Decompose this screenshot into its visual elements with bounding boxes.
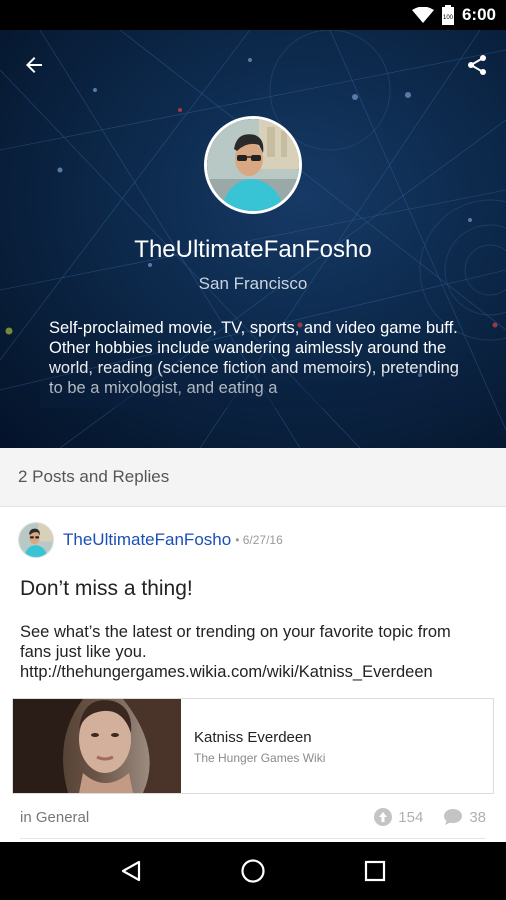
profile-username: TheUltimateFanFosho (134, 236, 372, 263)
upvote-count: 154 (398, 808, 424, 826)
arrow-left-icon (26, 57, 42, 73)
battery-icon: 100 (441, 5, 454, 25)
posts-section-header: 2 Posts and Replies (0, 448, 506, 507)
share-button[interactable] (460, 50, 494, 80)
nav-back-button[interactable] (111, 851, 151, 891)
wifi-icon (411, 7, 434, 23)
post-stats: 154 38 (374, 808, 486, 826)
profile-avatar (204, 116, 302, 214)
post-divider (20, 838, 486, 839)
back-button[interactable] (16, 50, 52, 80)
status-time: 6:00 (461, 5, 496, 24)
nav-recents-button[interactable] (355, 851, 395, 891)
triangle-back-icon (121, 860, 141, 882)
comment-icon[interactable] (443, 808, 463, 826)
post-title[interactable]: Don’t miss a thing! (20, 577, 193, 601)
post-body[interactable]: See what’s the latest or trending on you… (20, 622, 486, 682)
square-recents-icon (364, 860, 386, 882)
post-author-avatar[interactable] (18, 522, 54, 558)
card-subtitle: The Hunger Games Wiki (194, 751, 326, 765)
post-date: • 6/27/16 (235, 533, 283, 547)
post-footer: in General 154 38 (20, 806, 486, 828)
link-preview-card[interactable]: Katniss Everdeen The Hunger Games Wiki (12, 698, 494, 794)
share-icon (468, 55, 486, 75)
profile-bio: Self-proclaimed movie, TV, sports, and v… (49, 319, 459, 397)
svg-text:100: 100 (443, 15, 454, 21)
post-author-row: TheUltimateFanFosho • 6/27/16 (18, 522, 283, 558)
upvote-icon[interactable] (374, 808, 393, 826)
profile-header: TheUltimateFanFosho San Francisco Self-p… (0, 30, 506, 448)
posts-count-label: 2 Posts and Replies (18, 467, 170, 486)
post-author-name[interactable]: TheUltimateFanFosho (63, 530, 231, 550)
card-text: Katniss Everdeen The Hunger Games Wiki (181, 699, 325, 793)
nav-home-button[interactable] (233, 851, 273, 891)
profile-location: San Francisco (198, 274, 308, 293)
circle-home-icon (241, 859, 265, 883)
post-category[interactable]: in General (20, 809, 89, 826)
status-bar: 100 6:00 (0, 0, 506, 30)
comment-count: 38 (469, 808, 486, 826)
card-title: Katniss Everdeen (194, 729, 312, 746)
system-nav-bar (0, 842, 506, 900)
card-thumbnail (13, 699, 181, 793)
